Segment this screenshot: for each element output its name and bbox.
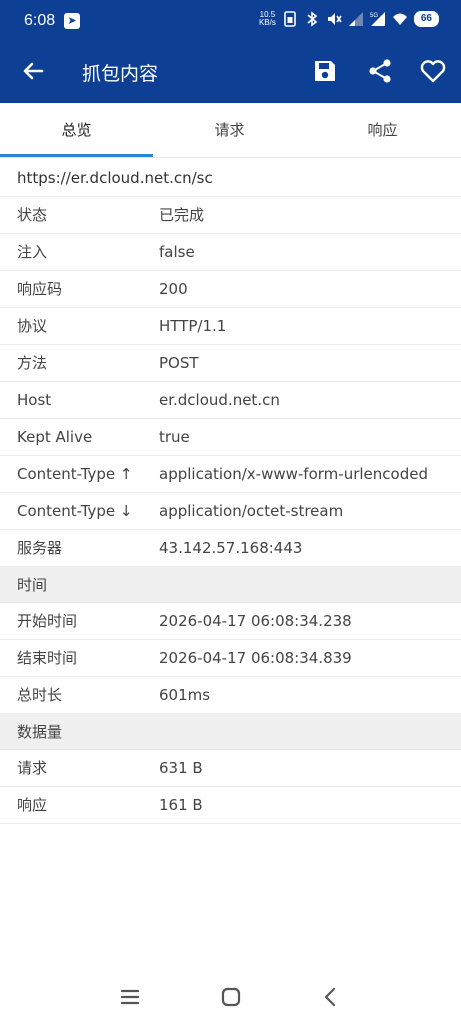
wifi-icon xyxy=(392,13,407,25)
status-icons: 10.5 KB/s 5G 66 xyxy=(259,11,439,27)
bluetooth-icon xyxy=(307,11,318,27)
signal-icon xyxy=(348,12,363,26)
mute-icon xyxy=(327,13,342,25)
back-arrow-icon[interactable] xyxy=(18,56,48,86)
field-value: 631 B xyxy=(159,759,203,777)
field-row: 开始时间 2026-04-17 06:08:34.238 xyxy=(0,603,461,640)
field-row: 响应 161 B xyxy=(0,787,461,824)
field-row: 请求 631 B xyxy=(0,750,461,787)
battery-icon: 66 xyxy=(413,11,439,27)
section-header-time: 时间 xyxy=(0,567,461,603)
home-icon[interactable] xyxy=(218,984,244,1010)
signal-5g-icon: 5G xyxy=(370,12,385,26)
field-row: 响应码 200 xyxy=(0,271,461,308)
field-row: 协议 HTTP/1.1 xyxy=(0,308,461,345)
field-value: HTTP/1.1 xyxy=(159,317,227,335)
field-key: 请求 xyxy=(17,759,48,777)
field-row: 总时长 601ms xyxy=(0,677,461,714)
active-tab-indicator xyxy=(0,154,153,157)
heart-icon[interactable] xyxy=(418,56,448,86)
share-icon[interactable] xyxy=(365,56,395,86)
menu-icon[interactable] xyxy=(117,984,143,1010)
tab-request[interactable]: 请求 xyxy=(153,103,306,158)
overview-content: https://er.dcloud.net.cn/sc 状态 已完成 注入 fals… xyxy=(0,159,461,824)
field-row: 方法 POST xyxy=(0,345,461,382)
page-title: 抓包内容 xyxy=(82,63,159,85)
telegram-icon: ➤ xyxy=(64,13,80,29)
field-value: true xyxy=(159,428,190,446)
field-value: false xyxy=(159,243,195,261)
field-row: Content-Type ↓ application/octet-stream xyxy=(0,493,461,530)
field-value: application/x-www-form-urlencoded xyxy=(159,465,428,483)
field-value: 2026-04-17 06:08:34.238 xyxy=(159,612,352,630)
field-value: 161 B xyxy=(159,796,203,814)
field-value: POST xyxy=(159,354,199,372)
field-key: 响应 xyxy=(17,796,48,814)
save-icon[interactable] xyxy=(310,56,340,86)
field-value: 200 xyxy=(159,280,188,298)
request-url: https://er.dcloud.net.cn/sc xyxy=(0,159,461,197)
net-speed: 10.5 KB/s xyxy=(258,10,276,27)
field-row: 结束时间 2026-04-17 06:08:34.839 xyxy=(0,640,461,677)
field-key: 协议 xyxy=(17,317,48,335)
field-value: 43.142.57.168:443 xyxy=(159,539,303,557)
field-value: 已完成 xyxy=(159,206,205,224)
field-key: 响应码 xyxy=(17,280,63,298)
tab-overview[interactable]: 总览 xyxy=(0,103,153,158)
field-row: 状态 已完成 xyxy=(0,197,461,234)
field-key: 总时长 xyxy=(17,686,63,704)
field-row: Host er.dcloud.net.cn xyxy=(0,382,461,419)
system-nav-bar xyxy=(0,968,461,1024)
field-key: Content-Type ↑ xyxy=(17,465,133,483)
tab-bar: 总览 请求 响应 xyxy=(0,103,461,158)
svg-text:5G: 5G xyxy=(370,13,378,19)
field-row: 注入 false xyxy=(0,234,461,271)
status-bar: 6:08 ➤ 10.5 KB/s 5G 66 xyxy=(0,0,461,40)
field-key: 结束时间 xyxy=(17,649,78,667)
field-key: Host xyxy=(17,391,52,409)
field-key: 方法 xyxy=(17,354,48,372)
back-icon[interactable] xyxy=(318,984,344,1010)
field-row: 服务器 43.142.57.168:443 xyxy=(0,530,461,567)
field-key: 注入 xyxy=(17,243,48,261)
field-value: 2026-04-17 06:08:34.839 xyxy=(159,649,352,667)
section-header-data-size: 数据量 xyxy=(0,714,461,750)
field-key: Content-Type ↓ xyxy=(17,502,133,520)
status-time: 6:08 xyxy=(24,12,56,29)
tab-response[interactable]: 响应 xyxy=(306,103,459,158)
field-key: 状态 xyxy=(17,206,48,224)
field-value: er.dcloud.net.cn xyxy=(159,391,280,409)
field-row: Kept Alive true xyxy=(0,419,461,456)
field-value: 601ms xyxy=(159,686,211,704)
app-bar: 抓包内容 xyxy=(0,40,461,103)
sim-icon xyxy=(284,11,296,27)
field-key: 开始时间 xyxy=(17,612,78,630)
field-row: Content-Type ↑ application/x-www-form-url… xyxy=(0,456,461,493)
field-value: application/octet-stream xyxy=(159,502,344,520)
field-key: Kept Alive xyxy=(17,428,93,446)
field-key: 服务器 xyxy=(17,539,63,557)
